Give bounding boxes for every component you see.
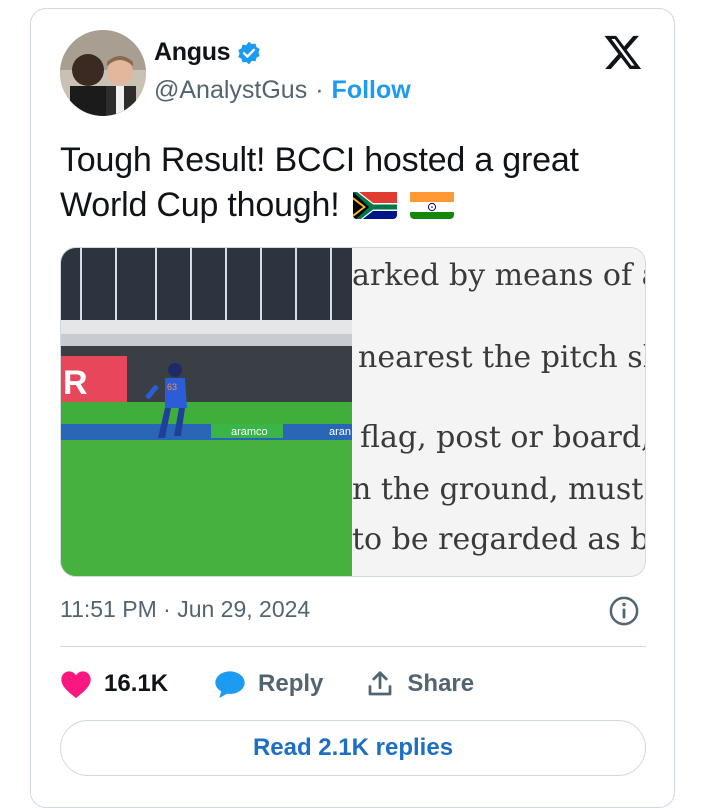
author-name[interactable]: Angus <box>154 38 231 67</box>
share-icon <box>369 671 392 696</box>
rules-line-1: arked by means of a <box>352 258 646 293</box>
tweet-text-line-2-row: World Cup though! <box>60 183 650 228</box>
tweet-timestamp[interactable]: 11:51 PM · Jun 29, 2024 <box>60 596 310 623</box>
board-text-aran: aran <box>329 426 351 438</box>
reply-button[interactable]: Reply <box>214 669 323 699</box>
follow-button[interactable]: Follow <box>332 76 411 105</box>
tweet-time: 11:51 PM <box>60 596 157 622</box>
read-replies-button[interactable]: Read 2.1K replies <box>60 720 646 776</box>
like-button[interactable]: 16.1K <box>60 669 168 699</box>
board-text-aramco: aramco <box>231 426 268 438</box>
x-logo-icon[interactable] <box>602 32 644 72</box>
info-icon[interactable] <box>609 596 639 626</box>
heart-icon <box>61 671 91 698</box>
author-name-row[interactable]: Angus <box>154 38 262 67</box>
rules-excerpt: arked by means of a nearest the pitch sh… <box>352 248 646 576</box>
divider <box>60 646 646 647</box>
author-handle-row: @AnalystGus · Follow <box>154 76 411 105</box>
tweet-date: Jun 29, 2024 <box>177 596 311 622</box>
like-count: 16.1K <box>104 670 169 697</box>
cricket-video-frame[interactable]: R aramco aran 63 <box>61 248 352 577</box>
tweet-text-line-2: World Cup though! <box>60 186 340 224</box>
tweet-actions: 16.1K Reply Share <box>60 664 474 704</box>
tweet-text-line-1: Tough Result! BCCI hosted a great <box>60 141 579 179</box>
separator-dot: · <box>315 76 324 104</box>
avatar[interactable] <box>60 30 146 116</box>
tweet-media[interactable]: R aramco aran 63 arked by means of a nea… <box>60 247 646 577</box>
reply-bubble-icon <box>215 671 245 698</box>
timestamp-separator: · <box>163 596 171 622</box>
share-button[interactable]: Share <box>365 669 474 699</box>
south-africa-flag <box>352 189 397 220</box>
rules-line-3: flag, post or board, <box>360 420 646 455</box>
verified-badge-icon <box>238 41 261 64</box>
reply-label: Reply <box>258 670 324 697</box>
rules-line-2: nearest the pitch sh <box>358 340 646 375</box>
svg-text:R: R <box>63 364 88 402</box>
rules-line-4: n the ground, must <box>352 472 644 507</box>
india-flag <box>409 189 454 220</box>
player-number: 63 <box>167 382 177 392</box>
avatar-photo <box>60 30 146 116</box>
rules-line-5: to be regarded as b <box>352 522 646 557</box>
share-label: Share <box>407 670 475 697</box>
author-handle[interactable]: @AnalystGus <box>154 76 307 105</box>
tweet-text: Tough Result! BCCI hosted a great World … <box>60 138 650 228</box>
